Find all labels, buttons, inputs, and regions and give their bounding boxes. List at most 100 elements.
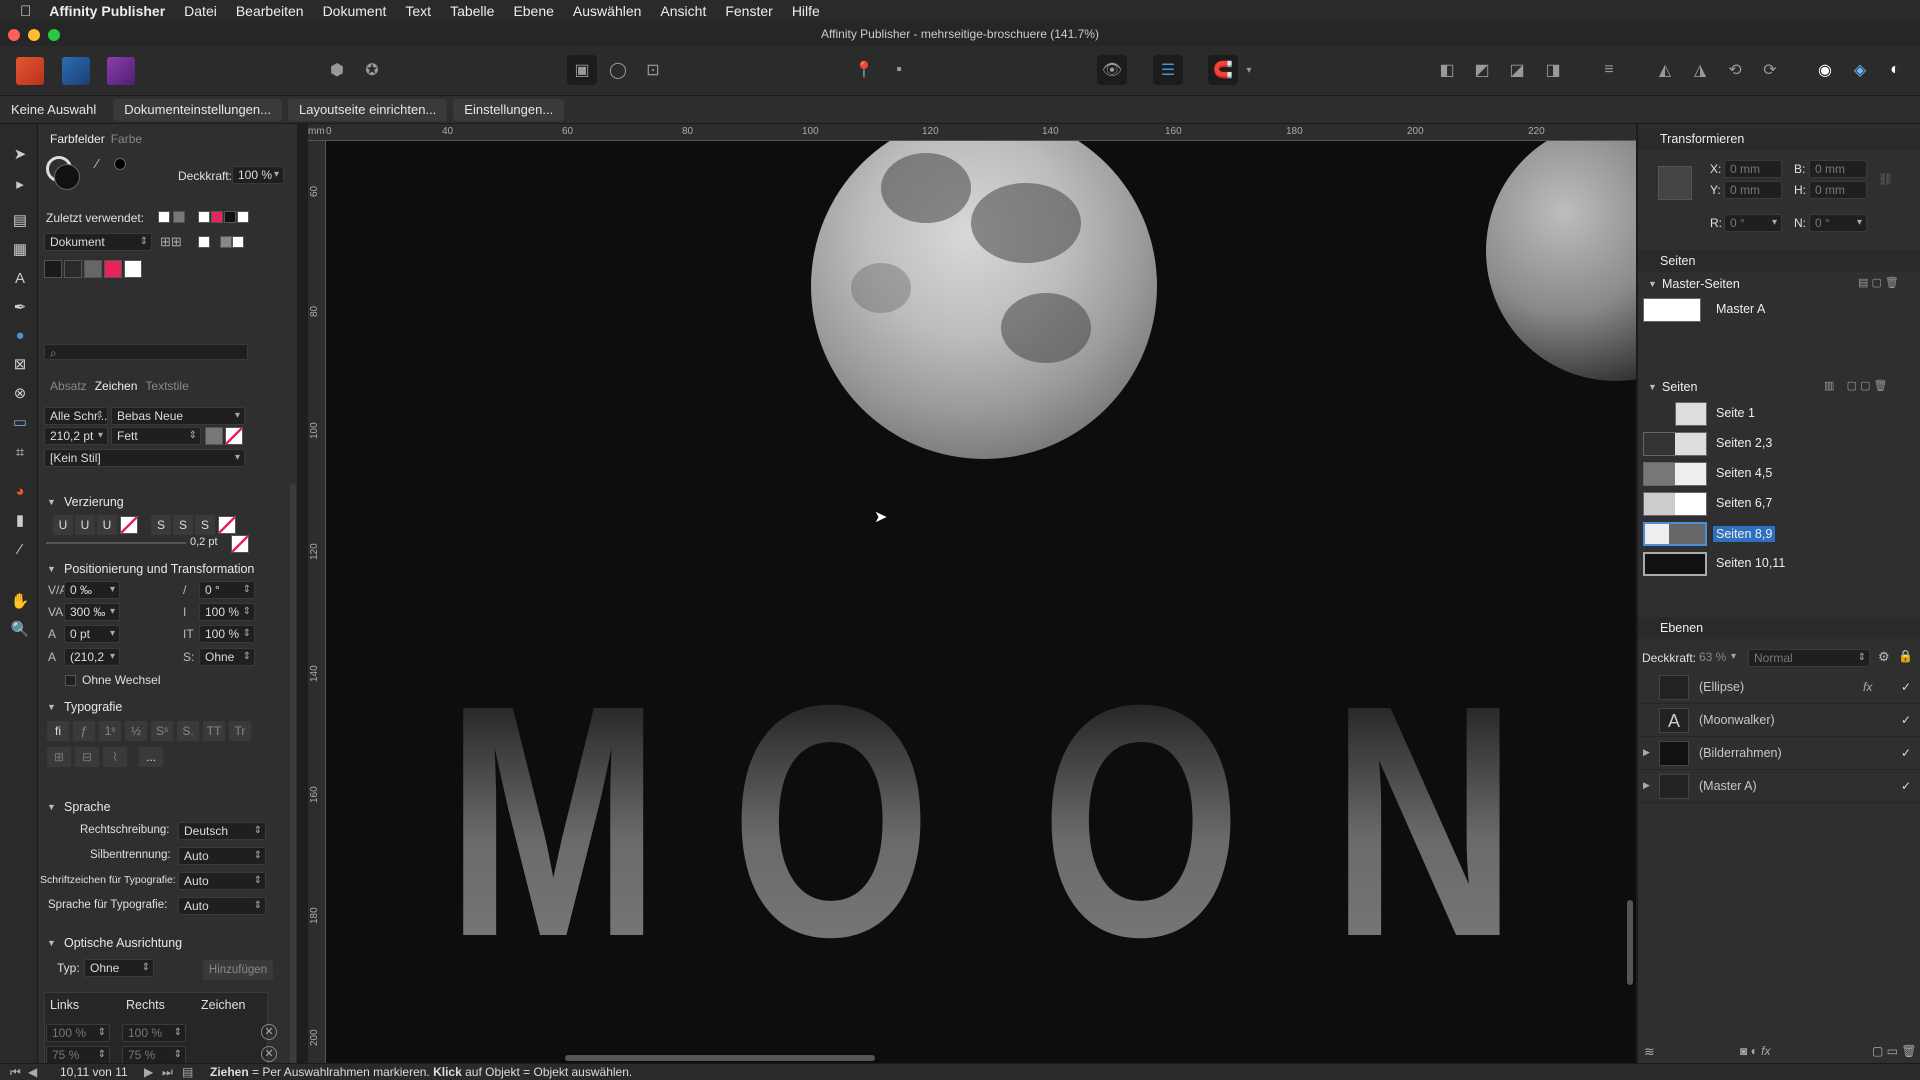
optical-right-1[interactable]: 100 % bbox=[122, 1024, 186, 1042]
boolean-intersect-icon[interactable]: ◐ bbox=[1880, 55, 1910, 85]
remove-row-icon[interactable]: ✕ bbox=[261, 1024, 277, 1040]
move-tool-icon[interactable]: ➤ bbox=[9, 143, 31, 165]
page-row-6-7[interactable]: Seiten 6,7 bbox=[1638, 489, 1920, 519]
color-picker-tool-icon[interactable]: ◕ bbox=[9, 480, 31, 502]
palette-swatch-black[interactable] bbox=[44, 260, 62, 278]
layer-bottom-actions-icon[interactable]: ◙ ◐ fx bbox=[1740, 1044, 1771, 1058]
fill-tool-icon[interactable]: ▮ bbox=[9, 509, 31, 531]
contextual-button[interactable]: ⌇ bbox=[103, 747, 127, 767]
arrange-forward-icon[interactable]: ◪ bbox=[1502, 55, 1532, 85]
moon-letter-o-1[interactable]: O bbox=[731, 656, 931, 986]
layer-row-master-a[interactable]: ▶ (Master A) ✓ bbox=[1638, 770, 1920, 803]
optical-type-select[interactable]: Ohne bbox=[84, 959, 154, 977]
vertical-scrollbar[interactable] bbox=[1627, 900, 1633, 985]
palette-swatch-pink[interactable] bbox=[104, 260, 122, 278]
flip-horizontal-icon[interactable]: ◭ bbox=[1650, 55, 1680, 85]
anchor-point-icon[interactable] bbox=[1658, 166, 1692, 200]
minimize-window-button[interactable] bbox=[28, 29, 40, 41]
none-swatch-icon[interactable] bbox=[198, 236, 210, 248]
fraction-button[interactable]: ½ bbox=[125, 721, 147, 741]
underline-custom-button[interactable]: U bbox=[97, 515, 117, 535]
text-fill-swatch[interactable] bbox=[205, 427, 223, 445]
menu-hilfe[interactable]: Hilfe bbox=[792, 3, 820, 19]
positioning-section[interactable]: Positionierung und Transformation bbox=[38, 559, 290, 579]
stroke-slider[interactable] bbox=[46, 542, 186, 544]
palette-swatch-dark[interactable] bbox=[64, 260, 82, 278]
arrange-front-icon[interactable]: ◨ bbox=[1538, 55, 1568, 85]
moon-ellipse[interactable] bbox=[811, 141, 1157, 459]
place-image-tool-icon[interactable]: ▭ bbox=[9, 411, 31, 433]
menu-datei[interactable]: Datei bbox=[184, 3, 217, 19]
underline-button[interactable]: U bbox=[53, 515, 73, 535]
no-break-checkbox[interactable] bbox=[65, 675, 76, 686]
margins-icon[interactable]: ⊡ bbox=[638, 55, 668, 85]
close-window-button[interactable] bbox=[8, 29, 20, 41]
decoration-section[interactable]: Verzierung bbox=[38, 492, 290, 512]
typography-lang-select[interactable]: Auto bbox=[178, 897, 266, 915]
layer-opacity-field[interactable]: 63 % bbox=[1694, 649, 1740, 667]
layer-lock-icon[interactable]: 🔒 bbox=[1898, 649, 1913, 663]
zoom-window-button[interactable] bbox=[48, 29, 60, 41]
spelling-select[interactable]: Deutsch bbox=[178, 822, 266, 840]
layer-row-bilderrahmen[interactable]: ▶ (Bilderrahmen) ✓ bbox=[1638, 737, 1920, 770]
page-indicator[interactable]: 10,11 von 11 bbox=[60, 1064, 128, 1080]
left-ruler[interactable]: 60 80 100 120 140 160 180 200 bbox=[308, 141, 326, 1068]
menu-tabelle[interactable]: Tabelle bbox=[450, 3, 494, 19]
swatch-search-input[interactable]: ⌕ bbox=[44, 344, 248, 360]
text-stroke-swatch[interactable] bbox=[225, 427, 243, 445]
recent-swatch-gray[interactable] bbox=[173, 211, 185, 223]
shear-transform-field[interactable]: 0 ° bbox=[1809, 214, 1867, 232]
horizontal-scrollbar[interactable] bbox=[565, 1055, 875, 1061]
hyphen-select[interactable]: Auto bbox=[178, 847, 266, 865]
menu-text[interactable]: Text bbox=[405, 3, 431, 19]
transform-panel-title[interactable]: Transformieren bbox=[1638, 128, 1920, 150]
typography-section[interactable]: Typografie bbox=[38, 697, 290, 717]
rotate-right-icon[interactable]: ⟳ bbox=[1755, 55, 1785, 85]
strike-color-swatch[interactable] bbox=[218, 516, 236, 534]
top-ruler[interactable]: mm 0 40 60 80 100 120 140 160 180 200 22… bbox=[308, 124, 1636, 141]
apple-icon[interactable]:  bbox=[20, 3, 31, 20]
fill-swatch-icon[interactable] bbox=[54, 164, 80, 190]
menu-ebene[interactable]: Ebene bbox=[513, 3, 553, 19]
preview-eye-icon[interactable]: 👁 bbox=[1097, 55, 1127, 85]
moon-letter-n[interactable]: N bbox=[1331, 656, 1517, 986]
palette-swatch-white[interactable] bbox=[124, 260, 142, 278]
stylistic-alt-button[interactable]: ⊞ bbox=[47, 747, 71, 767]
boolean-subtract-icon[interactable]: ◈ bbox=[1845, 55, 1875, 85]
tab-zeichen[interactable]: Zeichen bbox=[95, 379, 138, 393]
h-field[interactable]: 0 mm bbox=[1809, 181, 1867, 199]
ligature-button[interactable]: fi bbox=[47, 721, 69, 741]
double-underline-button[interactable]: U bbox=[75, 515, 95, 535]
tab-farbfelder[interactable]: Farbfelder bbox=[50, 132, 105, 146]
moon-letter-m[interactable]: M bbox=[446, 656, 660, 986]
menu-app[interactable]: Affinity Publisher bbox=[49, 3, 165, 19]
font-collection-select[interactable]: Alle Schr... bbox=[44, 407, 108, 425]
kerning-field[interactable]: 0 ‰ bbox=[64, 581, 120, 599]
font-family-select[interactable]: Bebas Neue bbox=[111, 407, 245, 425]
white-swatch-small[interactable] bbox=[232, 236, 244, 248]
position-style-select[interactable]: Ohne bbox=[199, 648, 255, 666]
zoom-tool-icon[interactable]: 🔍 bbox=[9, 618, 31, 640]
frame-text-tool-icon[interactable]: ▤ bbox=[9, 209, 31, 231]
designer-persona-icon[interactable] bbox=[62, 57, 90, 85]
baseline-field[interactable]: 0 pt bbox=[64, 625, 120, 643]
fx-icon[interactable]: fx bbox=[1863, 680, 1872, 694]
page-row-10-11[interactable]: Seiten 10,11 bbox=[1638, 549, 1920, 579]
leading-field[interactable]: (210,2 bbox=[64, 648, 120, 666]
tracking-field[interactable]: 300 ‰ bbox=[64, 603, 120, 621]
small-caps-button[interactable]: Tr bbox=[229, 721, 251, 741]
bleed-icon[interactable]: ◯ bbox=[603, 55, 633, 85]
more-typography-button[interactable]: ... bbox=[139, 747, 163, 767]
page-options-icon[interactable]: ▤ bbox=[182, 1064, 193, 1080]
flip-vertical-icon[interactable]: ◮ bbox=[1685, 55, 1715, 85]
arrange-backward-icon[interactable]: ◩ bbox=[1467, 55, 1497, 85]
align-icon[interactable]: ≡ bbox=[1594, 55, 1624, 85]
vertical-scale-field[interactable]: 100 % bbox=[199, 603, 255, 621]
remove-row-icon-2[interactable]: ✕ bbox=[261, 1046, 277, 1062]
node-tool-icon[interactable]: ▸ bbox=[9, 173, 31, 195]
first-page-icon[interactable]: ⏮ bbox=[10, 1064, 21, 1080]
layer-row-moonwalker[interactable]: A (Moonwalker) ✓ bbox=[1638, 704, 1920, 737]
all-caps-button[interactable]: TT bbox=[203, 721, 225, 741]
boolean-add-icon[interactable]: ◉ bbox=[1810, 55, 1840, 85]
menu-fenster[interactable]: Fenster bbox=[725, 3, 772, 19]
